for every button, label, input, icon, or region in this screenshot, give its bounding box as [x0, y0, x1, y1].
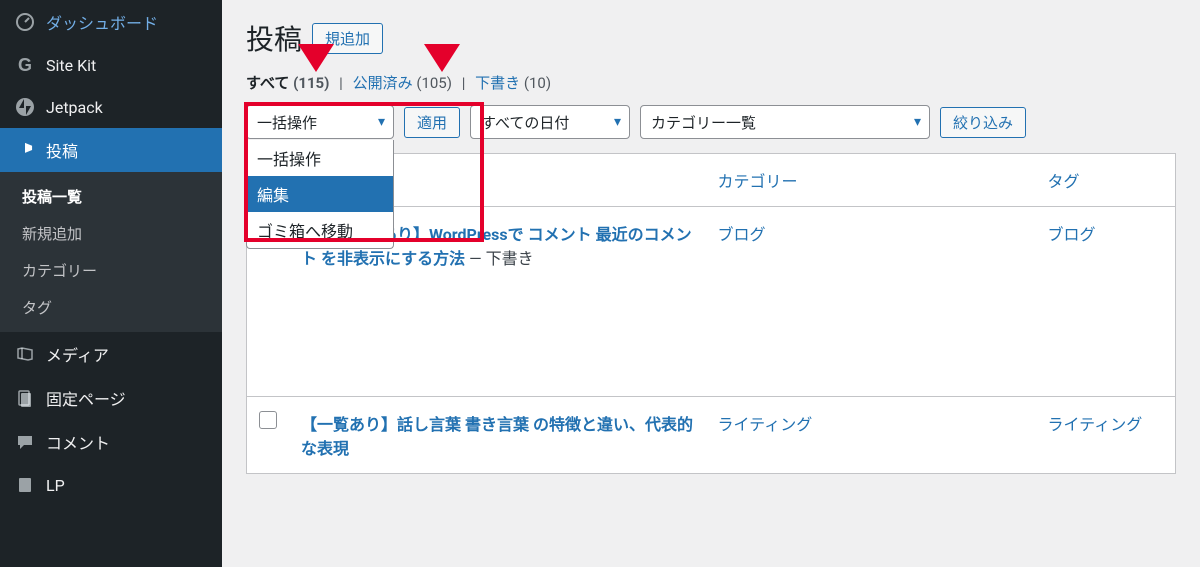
post-state: — 下書き: [469, 249, 533, 268]
menu-label: 固定ページ: [46, 386, 126, 410]
dashboard-icon: [14, 11, 36, 33]
menu-dashboard[interactable]: ダッシュボード: [0, 0, 222, 44]
bulk-action-select[interactable]: 一括操作 ▾ 一括操作 編集 ゴミ箱へ移動: [246, 105, 394, 139]
col-category[interactable]: カテゴリー: [706, 154, 1036, 207]
comment-icon: [14, 431, 36, 453]
post-title-link[interactable]: 【一覧あり】話し言葉 書き言葉 の特徴と違い、代表的な表現: [301, 415, 693, 458]
menu-label: メディア: [46, 342, 109, 366]
chevron-down-icon: ▾: [378, 114, 385, 130]
row-checkbox[interactable]: [259, 411, 277, 429]
menu-jetpack[interactable]: Jetpack: [0, 86, 222, 128]
page-icon: [14, 387, 36, 409]
submenu-tags[interactable]: タグ: [0, 289, 222, 326]
post-tag-link[interactable]: ライティング: [1048, 415, 1143, 434]
submenu-add-new[interactable]: 新規追加: [0, 215, 222, 252]
submenu-all-posts[interactable]: 投稿一覧: [0, 178, 222, 215]
bulk-action-dropdown: 一括操作 編集 ゴミ箱へ移動: [246, 140, 394, 249]
jetpack-icon: [14, 96, 36, 118]
filter-all[interactable]: すべて (115): [246, 74, 329, 92]
menu-sitekit[interactable]: G Site Kit: [0, 44, 222, 86]
menu-media[interactable]: メディア: [0, 332, 222, 376]
main-content: 投稿 規追加 すべて (115) | 公開済み (105) | 下書き (10)…: [222, 0, 1200, 567]
bulk-option-none[interactable]: 一括操作: [247, 140, 393, 176]
page-title: 投稿: [246, 18, 302, 58]
date-selected: すべての日付: [481, 112, 569, 133]
post-category-link[interactable]: ライティング: [718, 415, 813, 434]
post-category-link[interactable]: ブログ: [718, 225, 766, 244]
menu-label: Jetpack: [46, 98, 103, 117]
date-filter-select[interactable]: すべての日付 ▾: [470, 105, 630, 139]
google-g-icon: G: [14, 54, 36, 76]
menu-label: LP: [46, 476, 65, 495]
lp-icon: [14, 474, 36, 496]
filter-draft[interactable]: 下書き (10): [475, 74, 551, 92]
bulk-option-trash[interactable]: ゴミ箱へ移動: [247, 212, 393, 248]
menu-comments[interactable]: コメント: [0, 420, 222, 464]
menu-posts[interactable]: 投稿: [0, 128, 222, 172]
apply-button[interactable]: 適用: [404, 107, 460, 138]
category-filter-select[interactable]: カテゴリー一覧 ▾: [640, 105, 930, 139]
filter-button[interactable]: 絞り込み: [940, 107, 1026, 138]
submenu-categories[interactable]: カテゴリー: [0, 252, 222, 289]
menu-label: コメント: [46, 430, 110, 454]
status-filter-links: すべて (115) | 公開済み (105) | 下書き (10): [246, 72, 1176, 93]
add-new-button[interactable]: 規追加: [312, 23, 383, 54]
menu-lp[interactable]: LP: [0, 464, 222, 506]
admin-sidebar: ダッシュボード G Site Kit Jetpack 投稿 投稿一覧 新規追加 …: [0, 0, 222, 567]
menu-label: ダッシュボード: [46, 10, 158, 34]
media-icon: [14, 343, 36, 365]
menu-label: Site Kit: [46, 56, 96, 75]
bulk-option-edit[interactable]: 編集: [247, 176, 393, 212]
menu-pages[interactable]: 固定ページ: [0, 376, 222, 420]
menu-label: 投稿: [46, 138, 78, 162]
table-row: 【一覧あり】話し言葉 書き言葉 の特徴と違い、代表的な表現 ライティング ライテ…: [247, 397, 1176, 474]
post-tag-link[interactable]: ブログ: [1048, 225, 1096, 244]
category-selected: カテゴリー一覧: [651, 112, 756, 133]
posts-submenu: 投稿一覧 新規追加 カテゴリー タグ: [0, 172, 222, 332]
col-tag[interactable]: タグ: [1036, 154, 1176, 207]
pin-icon: [14, 139, 36, 161]
chevron-down-icon: ▾: [914, 114, 921, 130]
bulk-action-selected: 一括操作: [257, 112, 317, 133]
filter-published[interactable]: 公開済み (105): [353, 74, 452, 92]
chevron-down-icon: ▾: [614, 114, 621, 130]
